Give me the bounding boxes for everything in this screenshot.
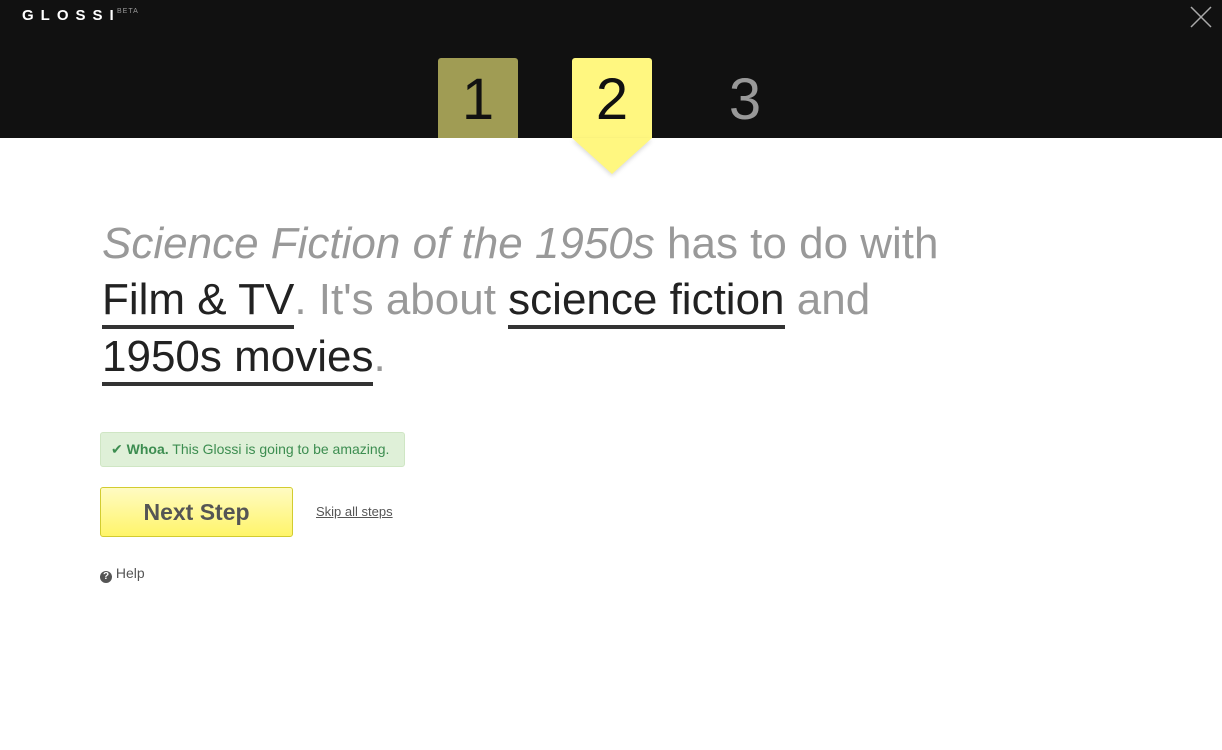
topic-tag-2[interactable]: 1950s movies <box>102 332 374 386</box>
text: . <box>373 332 386 381</box>
next-step-button[interactable]: Next Step <box>100 487 293 537</box>
category-tag[interactable]: Film & TV <box>102 275 295 329</box>
text: . It's about <box>294 275 509 324</box>
check-icon: ✔ <box>111 441 123 457</box>
step-1[interactable]: 1 <box>438 58 518 138</box>
glossi-title: Science Fiction of the 1950s <box>102 219 655 268</box>
headline: Science Fiction of the 1950s has to do w… <box>102 216 1062 386</box>
text: and <box>784 275 871 324</box>
alert-text: This Glossi is going to be amazing. <box>168 441 390 457</box>
step-3[interactable]: 3 <box>705 58 785 138</box>
step-2[interactable]: 2 <box>572 58 652 138</box>
question-icon: ? <box>100 571 112 583</box>
close-icon[interactable] <box>1189 5 1213 29</box>
top-bar: GLOSSI BETA 1 2 3 <box>0 0 1222 138</box>
skip-all-steps-link[interactable]: Skip all steps <box>316 504 393 519</box>
beta-badge: BETA <box>117 8 139 15</box>
active-step-pointer <box>572 138 652 174</box>
help-link[interactable]: ? Help <box>100 565 145 583</box>
text: has to do with <box>654 219 939 268</box>
alert-bold: Whoa. <box>126 441 169 457</box>
topic-tag-1[interactable]: science fiction <box>508 275 785 329</box>
help-label: Help <box>115 565 145 581</box>
success-alert: ✔ Whoa. This Glossi is going to be amazi… <box>100 432 405 467</box>
logo: GLOSSI <box>22 7 121 24</box>
